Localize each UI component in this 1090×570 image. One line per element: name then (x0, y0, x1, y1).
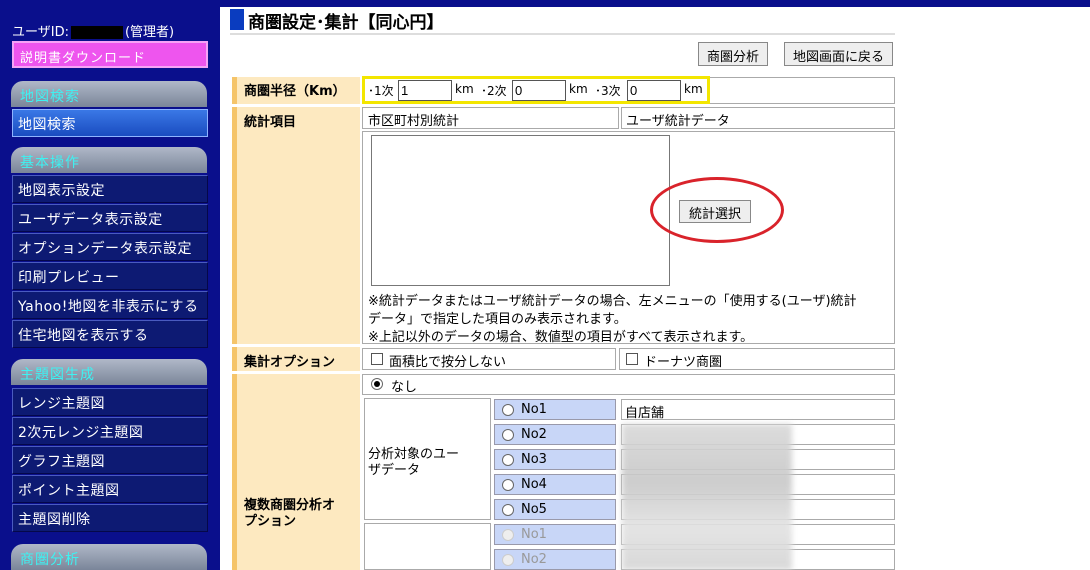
group2-no1-radio[interactable] (502, 529, 514, 541)
page-title: 商圏設定･集計【同心円】 (248, 13, 444, 33)
no1-label: No1 (521, 402, 547, 417)
no1-value: 自店舗 (625, 406, 665, 421)
title-divider (230, 33, 895, 35)
sidebar-item-delete-thematic-map[interactable]: 主題図削除 (12, 504, 208, 532)
sidebar-item-2d-range-thematic-map[interactable]: 2次元レンジ主題図 (12, 417, 208, 445)
no1-radio[interactable] (502, 404, 514, 416)
user-id-label: ユーザID: (12, 25, 69, 40)
stats-note-1: ※統計データまたはユーザ統計データの場合、左メニューの「使用する(ユーザ)統計 (368, 294, 857, 309)
back-to-map-button[interactable]: 地図画面に戻る (784, 42, 894, 66)
sidebar-item-hide-yahoo-map[interactable]: Yahoo!地図を非表示にする (12, 291, 208, 319)
radius-1-label: ･1次 (368, 84, 394, 98)
none-label: なし (391, 380, 418, 395)
sidebar-item-user-data-display-settings[interactable]: ユーザデータ表示設定 (12, 204, 208, 232)
no3-label: No3 (521, 452, 547, 467)
sidebar-item-range-thematic-map[interactable]: レンジ主題図 (12, 388, 208, 416)
tab-municipal-stats-label: 市区町村別統計 (368, 114, 460, 129)
sidebar-item-map-search[interactable]: 地図検索 (12, 109, 208, 137)
no4-label: No4 (521, 477, 547, 492)
redacted-user-id (70, 26, 123, 39)
sidebar-item-point-thematic-map[interactable]: ポイント主題図 (12, 475, 208, 503)
top-bar (0, 0, 1090, 7)
radius-3-unit: km (684, 82, 703, 96)
no5-label: No5 (521, 502, 547, 517)
stats-note-3: ※上記以外のデータの場合、数値型の項目がすべて表示されます。 (368, 330, 754, 345)
user-role: (管理者) (124, 25, 175, 40)
sidebar-item-graph-thematic-map[interactable]: グラフ主題図 (12, 446, 208, 474)
radius-2-label: ･2次 (481, 84, 507, 98)
stats-label: 統計項目 (244, 115, 297, 130)
multi-label-line2: プション (244, 514, 297, 529)
radius-2-unit: km (569, 82, 588, 96)
section-trade-area-analysis: 商圏分析 (11, 544, 207, 570)
sidebar-item-map-display-settings[interactable]: 地図表示設定 (12, 175, 208, 203)
user-id-line: ユーザID: (管理者) (12, 21, 174, 40)
sidebar: ユーザID: (管理者) 説明書ダウンロード 地図検索 地図検索 基本操作 地図表… (0, 7, 220, 570)
stats-note-2: データ」で指定した項目のみ表示されます。 (368, 312, 627, 327)
no3-radio[interactable] (502, 454, 514, 466)
none-option-row (362, 374, 895, 395)
sidebar-item-show-housing-map[interactable]: 住宅地図を表示する (12, 320, 208, 348)
stats-listbox[interactable] (371, 135, 670, 286)
radius-1-unit: km (455, 82, 474, 96)
area-ratio-label: 面積比で按分しない (389, 355, 507, 370)
highlight-circle (650, 177, 784, 243)
manual-download-button[interactable]: 説明書ダウンロード (12, 41, 208, 68)
group2-no2-radio[interactable] (502, 554, 514, 566)
title-marker (230, 9, 244, 30)
no2-label: No2 (521, 427, 547, 442)
section-basic-operations: 基本操作 (11, 147, 207, 173)
none-radio[interactable] (371, 378, 383, 390)
second-group-cell (364, 523, 491, 570)
stats-label-cell (232, 107, 360, 344)
section-thematic-map: 主題図生成 (11, 359, 207, 385)
donut-checkbox[interactable] (626, 353, 638, 365)
radius-3-input[interactable] (627, 80, 681, 101)
target-userdata-label-2: ザデータ (368, 463, 421, 478)
group2-no2-label: No2 (521, 552, 547, 567)
sidebar-item-option-data-display-settings[interactable]: オプションデータ表示設定 (12, 233, 208, 261)
donut-label: ドーナツ商圏 (644, 355, 723, 370)
blurred-redacted-values (622, 424, 792, 570)
area-ratio-checkbox[interactable] (371, 353, 383, 365)
multi-label-cell (232, 374, 360, 570)
radius-3-label: ･3次 (595, 84, 621, 98)
radius-2-input[interactable] (512, 80, 566, 101)
trade-area-analysis-button[interactable]: 商圏分析 (698, 42, 769, 66)
section-map-search: 地図検索 (11, 81, 207, 107)
radius-label: 商圏半径（Km） (244, 84, 346, 99)
no4-radio[interactable] (502, 479, 514, 491)
no2-radio[interactable] (502, 429, 514, 441)
sidebar-item-print-preview[interactable]: 印刷プレビュー (12, 262, 208, 290)
no5-radio[interactable] (502, 504, 514, 516)
aggregate-label: 集計オプション (244, 355, 336, 370)
group2-no1-label: No1 (521, 527, 547, 542)
radius-1-input[interactable] (398, 80, 452, 101)
tab-user-stats-label: ユーザ統計データ (626, 114, 730, 129)
